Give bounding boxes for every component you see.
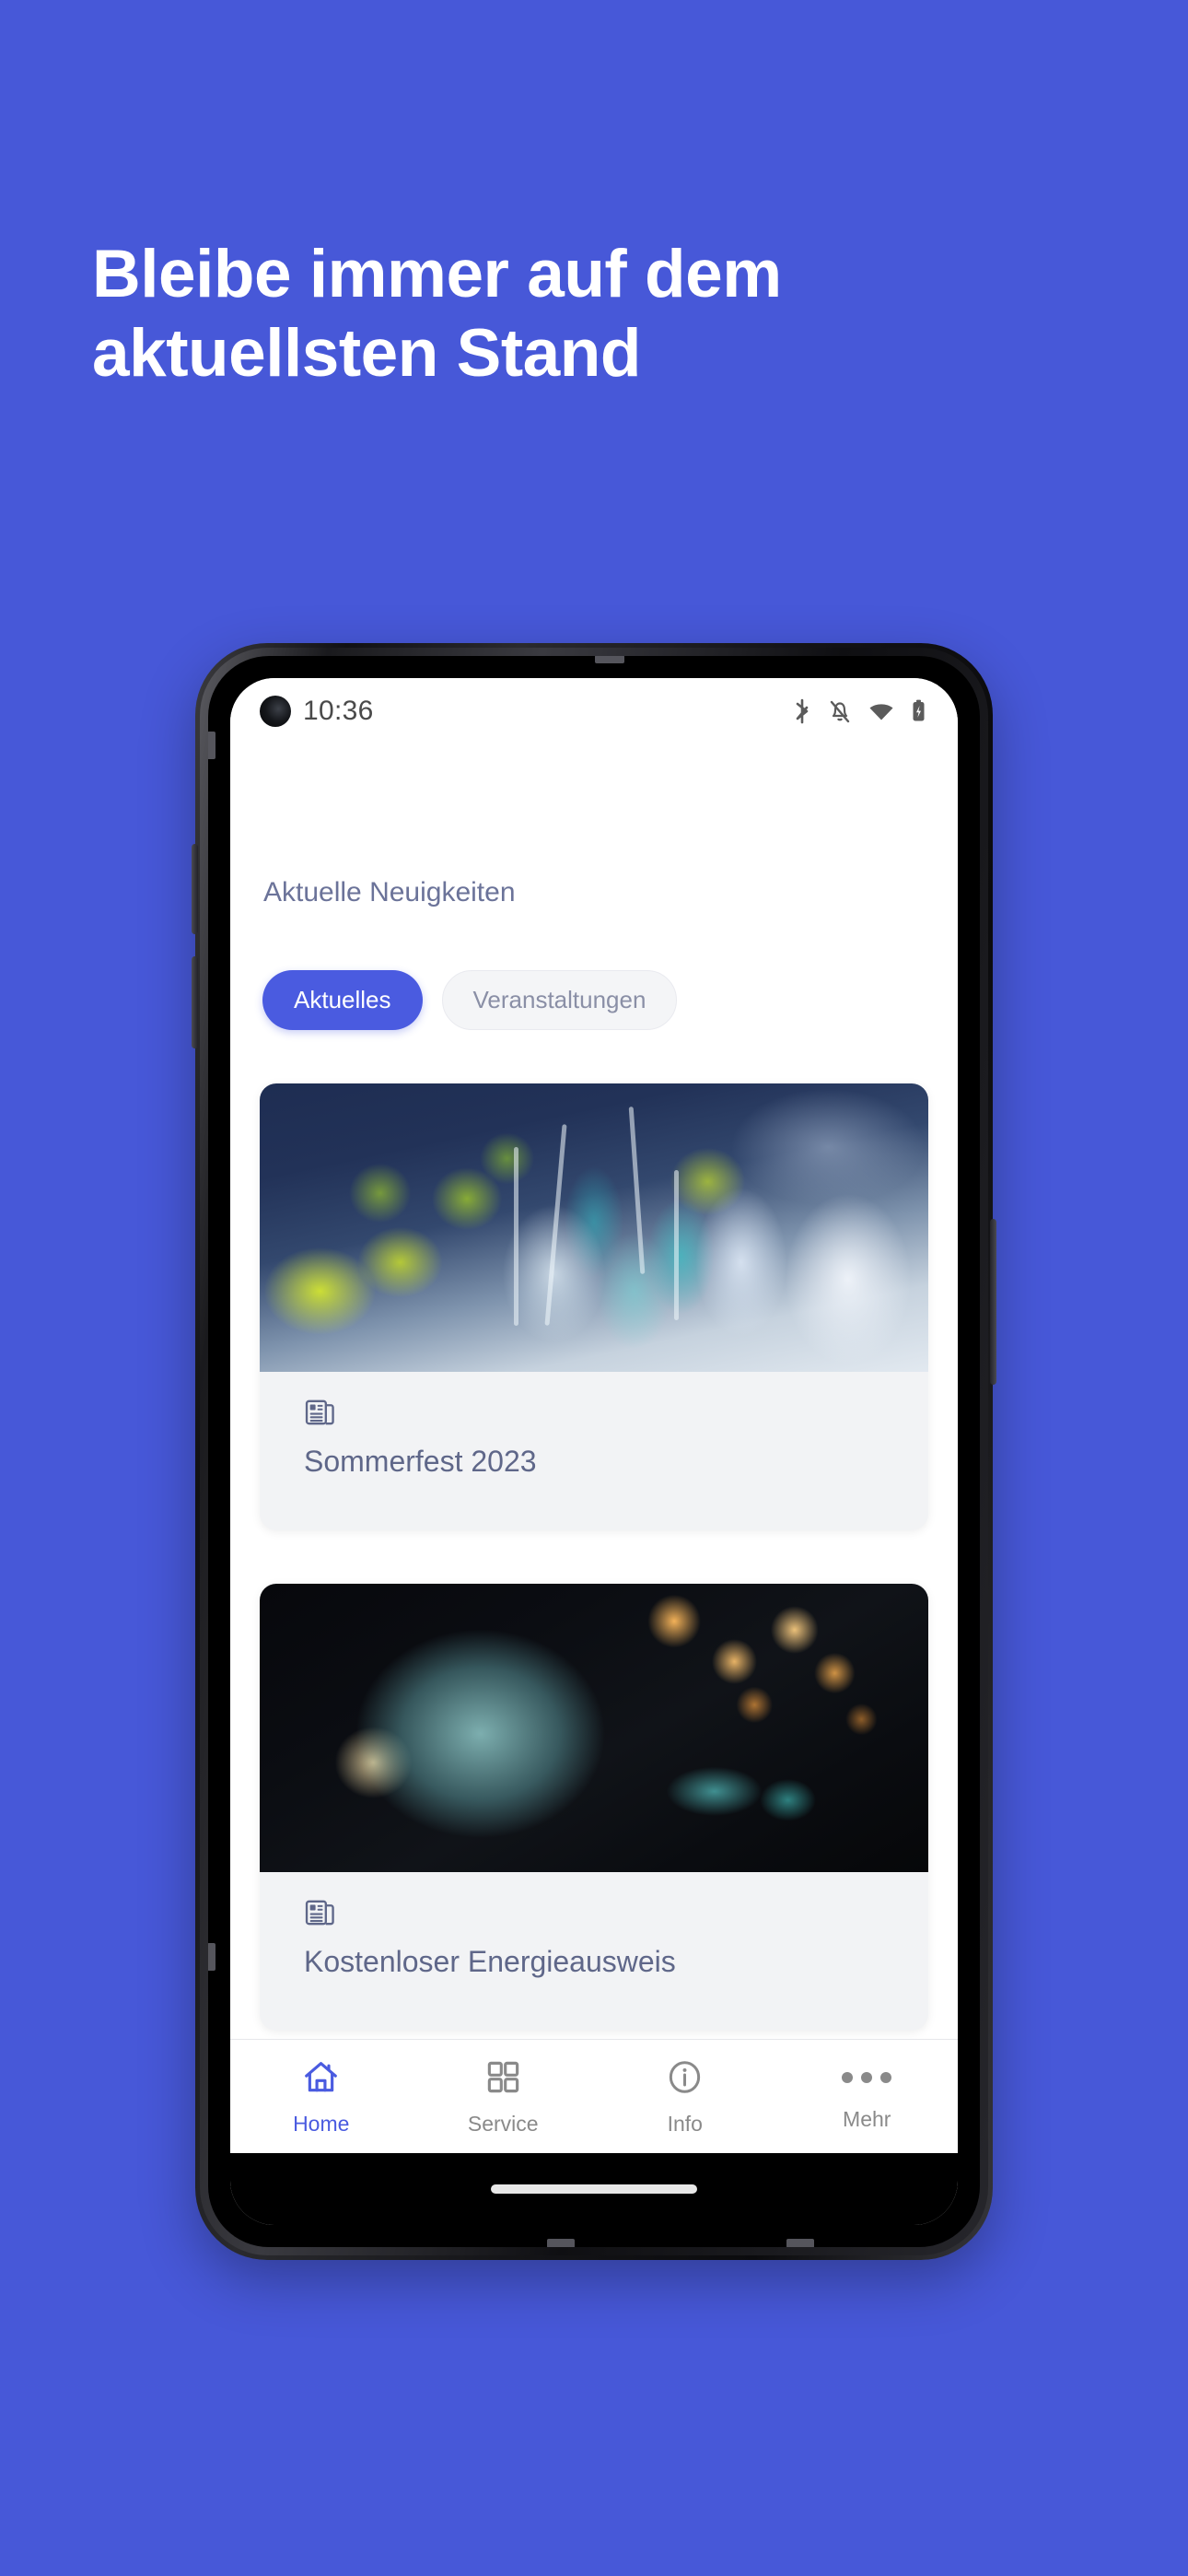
news-card-title: Sommerfest 2023 [304,1445,537,1478]
gesture-nav-area [230,2153,958,2225]
news-card-image [260,1083,928,1372]
headline-line-2: aktuellsten Stand [92,316,641,392]
light-bulb-photo [260,1584,928,1872]
ellipsis-icon [842,2058,892,2096]
page-title: Aktuelle Neuigkeiten [263,877,516,907]
nav-label-home: Home [293,2112,350,2136]
nav-label-service: Service [467,2112,539,2136]
newspaper-icon [304,1896,884,1934]
antenna-notch-left-bottom [208,1943,215,1971]
newspaper-icon [304,1396,884,1434]
nav-item-mehr[interactable]: Mehr [776,2058,959,2137]
power-button[interactable] [990,1219,996,1385]
tab-aktuelles[interactable]: Aktuelles [262,970,423,1030]
tab-veranstaltungen[interactable]: Veranstaltungen [441,970,678,1030]
antenna-notch-left-top [208,732,215,759]
wifi-icon [868,697,895,725]
antenna-notch-top [595,656,624,663]
volume-down-button[interactable] [192,956,198,1048]
headline-line-1: Bleibe immer auf dem [92,237,782,311]
phone-screen: 10:36 Aktuelle Neuigkeiten Aktuelles Ver… [230,678,958,2225]
info-icon [666,2058,704,2101]
status-bar-clock: 10:36 [303,696,374,726]
nav-item-info[interactable]: Info [594,2058,776,2137]
news-card-body: Kostenloser Energieausweis [260,1872,928,2031]
grid-icon [484,2058,522,2101]
news-card-sommerfest[interactable]: Sommerfest 2023 [260,1083,928,1530]
phone-bezel: 10:36 Aktuelle Neuigkeiten Aktuelles Ver… [208,656,980,2247]
status-bar: 10:36 [230,678,958,744]
news-card-body: Sommerfest 2023 [260,1372,928,1530]
bottom-navigation: Home Service Info Mehr [230,2039,958,2153]
home-indicator[interactable] [491,2184,697,2194]
phone-mockup: 10:36 Aktuelle Neuigkeiten Aktuelles Ver… [192,643,996,2260]
news-screen-content: Aktuelle Neuigkeiten Aktuelles Veranstal… [230,744,958,2039]
home-icon [302,2058,340,2101]
table-setting-photo [260,1083,928,1372]
antenna-notch-bottom-right [786,2239,814,2247]
front-camera-punch-hole [260,696,291,727]
page-headline: Bleibe immer auf dem aktuellsten Stand [92,235,921,393]
volume-up-button[interactable] [192,844,198,934]
bluetooth-icon [792,697,812,725]
nav-label-mehr: Mehr [843,2107,891,2131]
notifications-off-icon [828,697,852,725]
battery-charging-icon [911,697,926,725]
nav-item-home[interactable]: Home [230,2058,413,2137]
nav-label-info: Info [667,2112,703,2136]
nav-item-service[interactable]: Service [413,2058,595,2137]
news-card-energieausweis[interactable]: Kostenloser Energieausweis [260,1584,928,2031]
antenna-notch-bottom-left [547,2239,575,2247]
news-card-title: Kostenloser Energieausweis [304,1945,676,1978]
status-bar-icons [792,697,926,725]
news-card-image [260,1584,928,1872]
category-tabs: Aktuelles Veranstaltungen [262,970,928,1030]
